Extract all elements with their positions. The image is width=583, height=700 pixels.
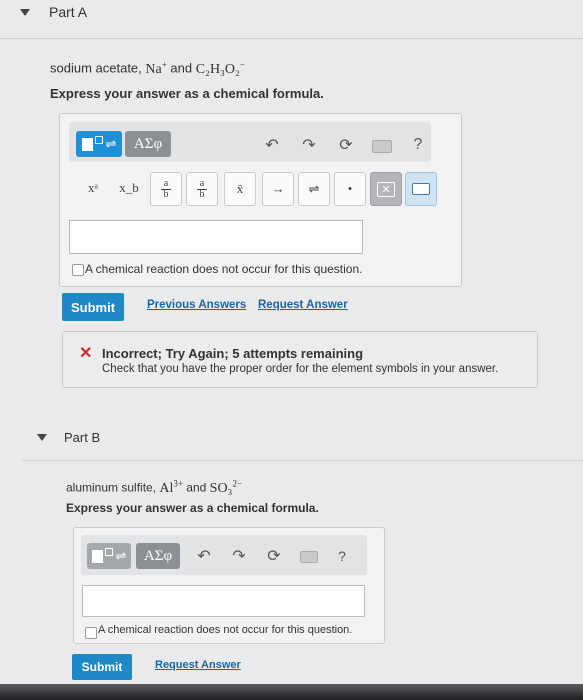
no-reaction-label-part-b[interactable]: A chemical reaction does not occur for t… [98,624,352,636]
mixed-fraction-key[interactable]: ab [186,172,218,206]
greek-symbols-button[interactable]: ΑΣφ [125,131,171,157]
part-b-instruction: Express your answer as a chemical formul… [66,501,319,515]
bottom-edge [0,684,583,700]
no-reaction-label-part-a[interactable]: A chemical reaction does not occur for t… [85,262,362,276]
previous-answers-link[interactable]: Previous Answers [147,299,246,311]
feedback-detail: Check that you have the proper order for… [102,363,499,375]
fraction-denominator: b [163,188,169,200]
fraction-key[interactable]: ab [150,172,182,206]
part-b-divider [22,460,583,461]
reset-icon-part-b[interactable]: ⟳ [264,546,284,566]
formula-na: Na+ [145,59,167,77]
feedback-title: Incorrect; Try Again; 5 attempts remaini… [102,346,364,361]
backspace-icon: ✕ [377,181,395,197]
template-equals-icon: ⇌ [105,136,117,151]
templates-button-part-b[interactable]: ⇌ [87,543,131,569]
answer-input-part-b[interactable] [82,585,365,617]
redo-icon-part-b[interactable]: ↷ [229,546,249,566]
request-answer-link-part-b[interactable]: Request Answer [155,659,241,671]
delete-key[interactable]: ✕ [370,172,402,206]
keyboard-icon[interactable] [372,140,392,153]
dot-key[interactable]: • [334,172,366,206]
keyboard-icon-part-b[interactable] [300,551,318,563]
formula-sulfite: SO₃2− [209,478,243,496]
formula-acetate: C₂H₃O₂− [195,59,245,77]
collapse-arrow-icon-part-a[interactable] [20,9,30,16]
no-reaction-checkbox-part-a[interactable] [72,264,84,276]
submit-button-part-a[interactable]: Submit [62,293,124,321]
templates-button[interactable]: ⇌ [76,131,122,157]
prompt-text-b: aluminum sulfite, [66,480,160,495]
part-a-prompt: sodium acetate, Na+ and C₂H₃O₂− [50,59,245,77]
superscript-key[interactable]: xᵃ [76,174,110,202]
template-superscript-icon-b [104,548,113,556]
keyboard-toggle-icon [412,183,430,195]
greek-symbols-button-part-b[interactable]: ΑΣφ [136,543,180,569]
mixed-fraction-denominator: b [199,188,205,200]
subscript-key[interactable]: x_b [112,174,146,202]
keyboard-toggle-key[interactable] [405,172,437,206]
undo-icon-part-b[interactable]: ↶ [194,546,214,566]
no-reaction-checkbox-part-b[interactable] [85,627,97,639]
equilibrium-key[interactable]: ⇌ [298,172,330,206]
part-a-instruction: Express your answer as a chemical formul… [50,86,324,101]
template-box-icon-b [91,549,103,563]
part-a-divider [0,38,583,39]
mixed-fraction-numerator: a [199,177,205,189]
overbar-key[interactable]: x̄ [224,172,256,206]
submit-button-part-b[interactable]: Submit [72,654,132,680]
template-superscript-icon [94,136,103,144]
answer-input-part-a[interactable] [69,220,363,254]
request-answer-link-part-a[interactable]: Request Answer [258,299,348,311]
template-box-icon [81,137,93,151]
help-button-part-b[interactable]: ? [332,546,352,566]
prompt-text: sodium acetate, [50,60,146,76]
formula-al: Al3+ [159,478,183,496]
part-b-title[interactable]: Part B [64,430,100,445]
help-button[interactable]: ? [408,135,428,155]
redo-icon[interactable]: ↷ [299,135,319,155]
part-b-prompt: aluminum sulfite, Al3+ and SO₃2− [66,478,243,496]
template-equals-icon-b: ⇌ [115,548,127,563]
incorrect-icon: ✕ [79,345,93,362]
fraction-numerator: a [163,177,169,189]
part-a-title[interactable]: Part A [49,4,87,20]
arrow-key[interactable]: → [262,172,294,206]
reset-icon[interactable]: ⟳ [336,135,356,155]
collapse-arrow-icon-part-b[interactable] [37,434,47,441]
undo-icon[interactable]: ↶ [262,135,282,155]
